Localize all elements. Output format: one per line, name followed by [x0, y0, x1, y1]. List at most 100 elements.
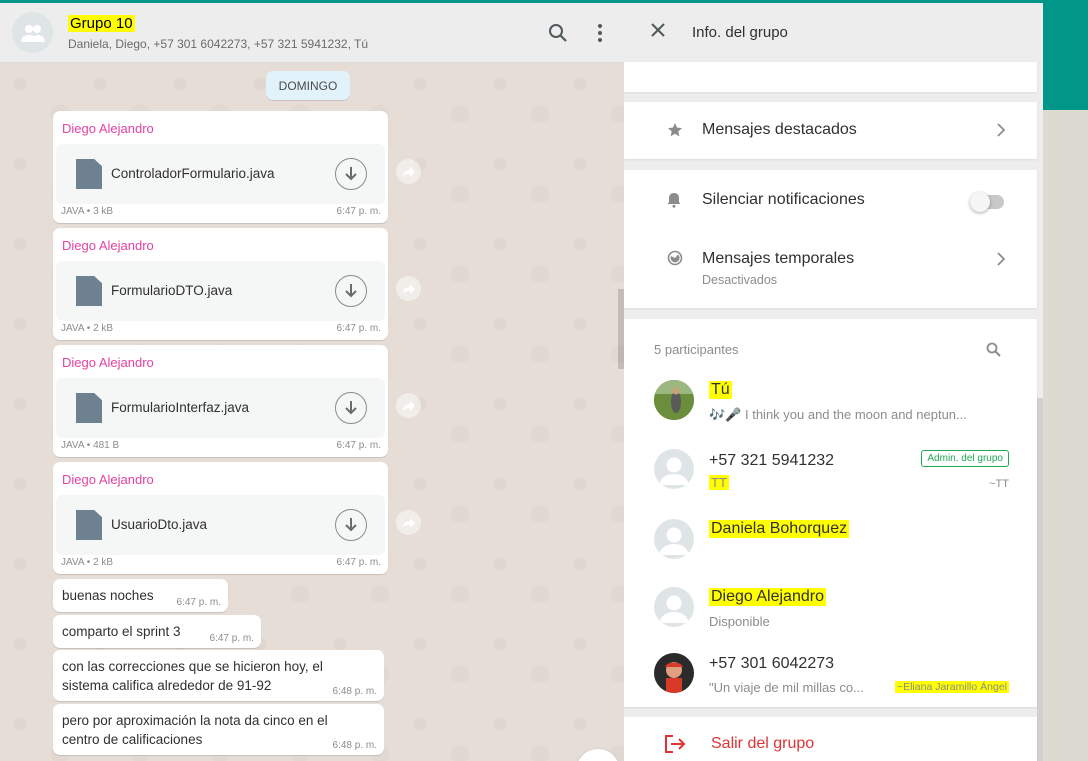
document-icon	[76, 276, 102, 306]
avatar[interactable]	[654, 449, 694, 489]
document-icon	[76, 393, 102, 423]
day-separator: DOMINGO	[266, 71, 350, 100]
file-attachment[interactable]: ControladorFormulario.java	[56, 144, 385, 204]
temporary-status: Desactivados	[702, 273, 778, 287]
forward-button[interactable]	[396, 510, 421, 535]
participant-name: +57 321 5941232	[709, 452, 835, 469]
file-message[interactable]: Diego Alejandro ControladorFormulario.ja…	[53, 111, 388, 223]
participant-status: 🎶🎤 I think you and the moon and neptun..…	[709, 407, 967, 422]
search-icon[interactable]	[986, 342, 1001, 357]
file-meta: JAVA • 2 kB	[61, 323, 114, 334]
chat-header[interactable]: Grupo 10 Daniela, Diego, +57 301 6042273…	[0, 3, 624, 63]
forward-button[interactable]	[396, 276, 421, 301]
file-message[interactable]: Diego Alejandro UsuarioDto.java JAVA • 2…	[53, 462, 388, 574]
participant-row[interactable]: Daniela Bohorquez	[624, 505, 1037, 573]
exit-group-label: Salir del grupo	[711, 735, 815, 752]
starred-label: Mensajes destacados	[702, 121, 857, 138]
avatar[interactable]	[654, 380, 694, 420]
download-button[interactable]	[335, 158, 367, 190]
participant-status: "Un viaje de mil millas co...	[709, 680, 864, 695]
message-time: 6:47 p. m.	[336, 440, 381, 451]
participant-status: Disponible	[709, 614, 770, 629]
file-name: FormularioInterfaz.java	[111, 400, 250, 415]
file-attachment[interactable]: FormularioDTO.java	[56, 261, 385, 321]
file-name: ControladorFormulario.java	[111, 166, 275, 181]
forward-button[interactable]	[396, 159, 421, 184]
download-button[interactable]	[335, 392, 367, 424]
info-title: Info. del grupo	[692, 24, 788, 41]
participant-row[interactable]: +57 301 6042273 "Un viaje de mil millas …	[624, 641, 1037, 707]
text-message[interactable]: comparto el sprint 3 6:47 p. m.	[53, 615, 261, 648]
document-icon	[76, 510, 102, 540]
group-info-panel: Info. del grupo Mensajes destacados Sile…	[624, 3, 1043, 761]
scroll-down-button[interactable]	[576, 749, 620, 761]
avatar[interactable]	[654, 587, 694, 627]
text-message[interactable]: pero por aproximación la nota da cinco e…	[53, 704, 384, 755]
chevron-right-icon	[997, 252, 1005, 266]
file-meta: JAVA • 481 B	[61, 440, 120, 451]
chevron-right-icon	[997, 123, 1005, 137]
file-message[interactable]: Diego Alejandro FormularioInterfaz.java …	[53, 345, 388, 457]
avatar[interactable]	[654, 519, 694, 559]
default-avatar-icon	[659, 457, 689, 485]
search-icon[interactable]	[548, 23, 568, 43]
admin-badge: Admin. del grupo	[921, 450, 1009, 467]
file-name: FormularioDTO.java	[111, 283, 233, 298]
message-sender[interactable]: Diego Alejandro	[62, 121, 154, 136]
temporary-label: Mensajes temporales	[702, 250, 855, 267]
message-time: 6:47 p. m.	[209, 633, 254, 644]
message-time: 6:48 p. m.	[332, 740, 377, 751]
download-icon	[345, 284, 357, 298]
file-meta: JAVA • 3 kB	[61, 206, 114, 217]
avatar[interactable]	[654, 653, 694, 693]
menu-icon[interactable]	[590, 23, 610, 43]
message-time: 6:48 p. m.	[332, 686, 377, 697]
group-icon	[20, 24, 45, 42]
exit-group-row[interactable]: Salir del grupo	[624, 717, 1037, 761]
participant-row[interactable]: +57 321 5941232 Admin. del grupo TT ~TT	[624, 437, 1037, 505]
group-title: Grupo 10	[68, 14, 135, 32]
message-text: con las correcciones que se hicieron hoy…	[62, 659, 323, 693]
message-sender[interactable]: Diego Alejandro	[62, 355, 154, 370]
push-name: ~Eliana Jaramillo Ángel	[894, 681, 1009, 693]
participants-card: 5 participantes Tú 🎶🎤 I think you and th…	[624, 319, 1037, 707]
file-attachment[interactable]: FormularioInterfaz.java	[56, 378, 385, 438]
timer-icon	[667, 250, 683, 266]
default-avatar-icon	[659, 595, 689, 623]
forward-icon	[402, 517, 415, 528]
download-button[interactable]	[335, 509, 367, 541]
participant-name: Daniela Bohorquez	[709, 520, 850, 538]
participant-row[interactable]: Tú 🎶🎤 I think you and the moon and neptu…	[624, 371, 1037, 437]
group-avatar[interactable]	[12, 12, 53, 53]
mute-notifications-row[interactable]: Silenciar notificaciones	[624, 170, 1037, 230]
message-list[interactable]: DOMINGO Diego Alejandro ControladorFormu…	[0, 64, 624, 761]
forward-button[interactable]	[396, 393, 421, 418]
exit-icon	[665, 735, 686, 753]
participant-name: Diego Alejandro	[709, 588, 826, 606]
message-sender[interactable]: Diego Alejandro	[62, 472, 154, 487]
message-time: 6:47 p. m.	[176, 597, 221, 608]
message-sender[interactable]: Diego Alejandro	[62, 238, 154, 253]
file-attachment[interactable]: UsuarioDto.java	[56, 495, 385, 555]
settings-card: Silenciar notificaciones Mensajes tempor…	[624, 170, 1037, 308]
forward-icon	[402, 400, 415, 411]
mute-toggle[interactable]	[970, 192, 1004, 212]
close-icon[interactable]	[650, 22, 666, 43]
participant-row[interactable]: Diego Alejandro Disponible	[624, 573, 1037, 641]
participant-name: Tú	[709, 381, 732, 399]
info-scrollbar[interactable]	[1037, 398, 1043, 761]
bell-icon	[667, 193, 681, 208]
text-message[interactable]: con las correcciones que se hicieron hoy…	[53, 650, 384, 701]
file-message[interactable]: Diego Alejandro FormularioDTO.java JAVA …	[53, 228, 388, 340]
text-message[interactable]: buenas noches 6:47 p. m.	[53, 579, 228, 612]
group-members: Daniela, Diego, +57 301 6042273, +57 321…	[68, 36, 369, 51]
download-button[interactable]	[335, 275, 367, 307]
document-icon	[76, 159, 102, 189]
conversation-panel: Grupo 10 Daniela, Diego, +57 301 6042273…	[0, 3, 624, 761]
starred-messages-row[interactable]: Mensajes destacados	[624, 102, 1037, 159]
temporary-messages-row[interactable]: Mensajes temporales Desactivados	[624, 230, 1037, 308]
download-icon	[345, 167, 357, 181]
star-icon	[667, 123, 683, 137]
file-name: UsuarioDto.java	[111, 517, 208, 532]
mute-label: Silenciar notificaciones	[702, 191, 865, 208]
